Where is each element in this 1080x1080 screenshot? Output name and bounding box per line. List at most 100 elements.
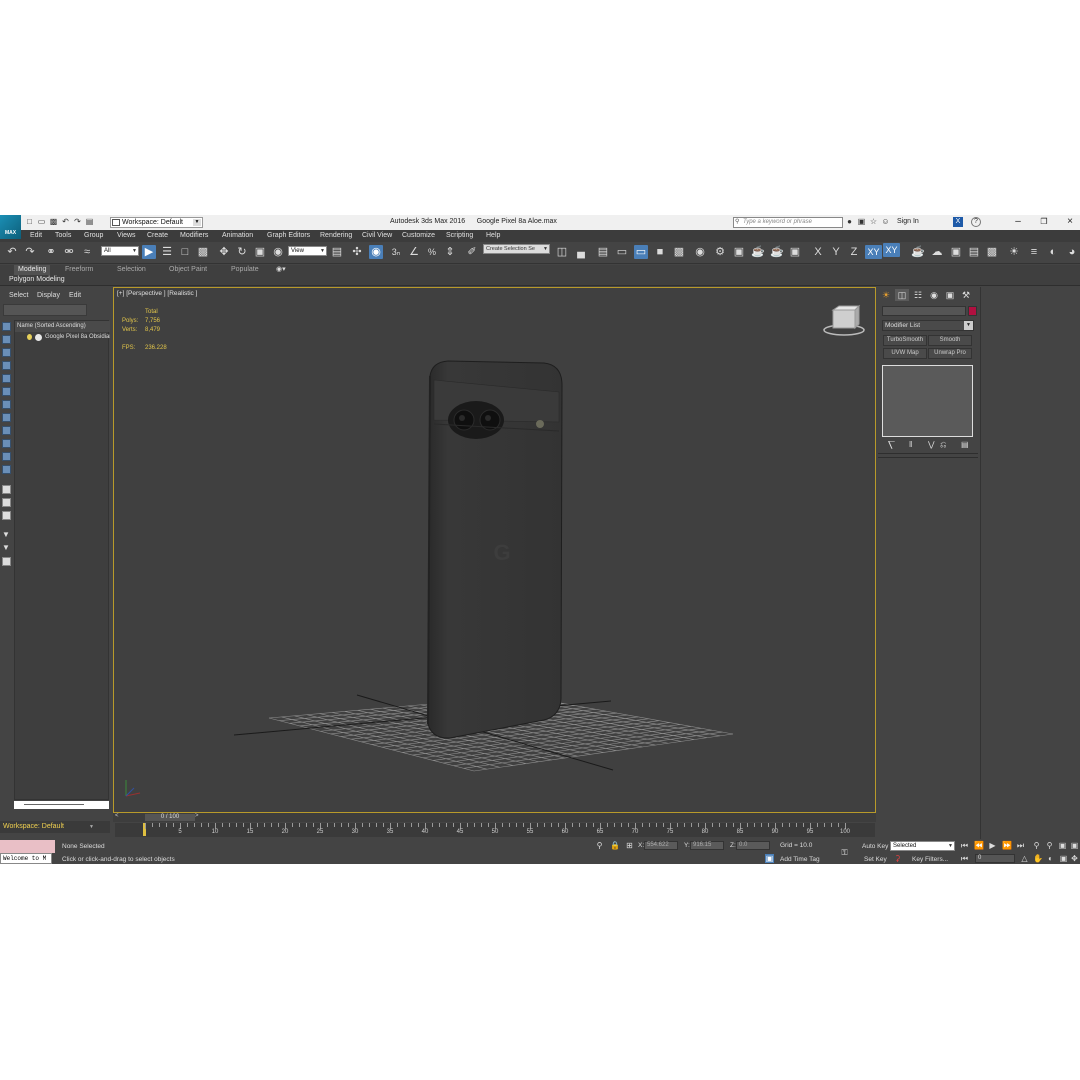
display-groups-icon[interactable] <box>2 413 11 422</box>
motion-tab-icon[interactable]: ◉ <box>927 289 941 301</box>
menu-civil-view[interactable]: Civil View <box>362 232 392 239</box>
tab-object-paint[interactable]: Object Paint <box>165 265 211 275</box>
pin-stack-icon[interactable]: ⎲ <box>888 440 895 450</box>
sign-in-button[interactable]: Sign In <box>897 218 919 225</box>
pan-view-icon[interactable]: ✋ <box>1033 854 1043 863</box>
modifier-list-dropdown[interactable]: Modifier List ▼ <box>882 320 974 331</box>
explorer-scrollbar[interactable] <box>14 801 109 809</box>
save-icon[interactable]: ▩ <box>49 217 58 226</box>
uvw-map-button[interactable]: UVW Map <box>883 348 927 359</box>
named-selection-set-dropdown[interactable]: Create Selection Se ▼ <box>483 244 550 254</box>
filter-icon[interactable]: ▼ <box>2 531 11 540</box>
turbosmooth-button[interactable]: TurboSmooth <box>883 335 927 346</box>
display-xrefs-icon[interactable] <box>2 426 11 435</box>
list-item[interactable]: Google Pixel 8a Obsidian <box>15 332 110 343</box>
track-bar[interactable]: 5 10 15 20 25 30 35 40 45 50 55 60 65 70 75 80 85 90 95 100 <box>115 823 875 837</box>
slate-icon[interactable]: ▤ <box>967 245 981 259</box>
render-iterative-icon[interactable]: ☕ <box>770 245 784 259</box>
create-tab-icon[interactable]: ☀ <box>879 289 893 301</box>
bind-space-warp-icon[interactable]: ≈ <box>80 245 94 259</box>
render-online-icon[interactable]: ▣ <box>788 245 802 259</box>
rendered-frame-window-icon[interactable]: ▣ <box>732 245 746 259</box>
undo-icon[interactable]: ↶ <box>61 217 70 226</box>
tab-freeform[interactable]: Freeform <box>61 265 97 275</box>
display-containers-icon[interactable] <box>2 452 11 461</box>
set-key-icon[interactable]: ⚳ <box>893 854 902 863</box>
menu-edit[interactable]: Edit <box>30 232 42 239</box>
curve-editor-icon[interactable]: ■ <box>653 245 667 259</box>
redo-icon[interactable]: ↷ <box>73 217 82 226</box>
redo-icon[interactable]: ↷ <box>23 245 37 259</box>
reference-coordinate-dropdown[interactable]: View ▼ <box>288 246 327 256</box>
filter-options-icon[interactable]: ▼ <box>2 544 11 553</box>
display-bones-icon[interactable] <box>2 439 11 448</box>
selection-lock-icon[interactable]: 🔒 <box>610 841 620 850</box>
isolate-selection-icon[interactable]: ⚲ <box>595 841 604 850</box>
workspace-dropdown[interactable]: Workspace: Default ▼ <box>110 217 203 228</box>
configure-sets-icon[interactable]: ▤ <box>961 440 969 449</box>
menu-customize[interactable]: Customize <box>402 232 435 239</box>
maximize-viewport-icon[interactable]: ▣ <box>1059 854 1068 863</box>
display-none-icon[interactable] <box>2 322 11 331</box>
undo-icon[interactable]: ↶ <box>5 245 19 259</box>
binoculars-icon[interactable]: ● <box>845 217 854 226</box>
orbit-icon[interactable]: ◐ <box>1046 245 1060 259</box>
select-manipulate-icon[interactable]: ✣ <box>350 245 364 259</box>
menu-animation[interactable]: Animation <box>222 232 253 239</box>
key-mode-toggle-icon[interactable]: ⏮ <box>960 854 969 863</box>
add-time-tag-button[interactable]: Add Time Tag <box>780 856 820 863</box>
menu-group[interactable]: Group <box>84 232 103 239</box>
workspace-selector[interactable]: Workspace: Default ▼ <box>0 821 110 833</box>
object-name-field[interactable] <box>882 306 966 316</box>
minimize-icon[interactable]: – <box>1010 216 1026 227</box>
close-icon[interactable]: × <box>1062 216 1078 227</box>
select-object-icon[interactable]: ▶ <box>142 245 156 259</box>
smooth-button[interactable]: Smooth <box>928 335 972 346</box>
user-icon[interactable]: ☺ <box>881 217 890 226</box>
unwrap-pro-button[interactable]: Unwrap Pro <box>928 348 972 359</box>
percent-snap-icon[interactable]: % <box>425 245 439 259</box>
object-color-swatch[interactable] <box>968 306 977 316</box>
play-icon[interactable]: ▶ <box>988 841 997 850</box>
menu-create[interactable]: Create <box>147 232 168 239</box>
make-unique-icon[interactable]: ⋁ <box>928 440 935 449</box>
previous-frame-icon[interactable]: ⏪ <box>974 841 984 850</box>
display-frozen-icon[interactable] <box>2 465 11 474</box>
subscription-icon[interactable]: ▣ <box>857 217 866 226</box>
selection-filter-dropdown[interactable]: All ▼ <box>101 246 139 256</box>
key-selection-dropdown[interactable]: Selected ▼ <box>890 841 955 851</box>
menu-views[interactable]: Views <box>117 232 136 239</box>
polygon-modeling-panel[interactable]: Polygon Modeling <box>9 276 65 283</box>
select-scale-icon[interactable]: ▣ <box>253 245 267 259</box>
time-slider-thumb[interactable]: 0 / 100 <box>145 814 195 821</box>
field-of-view-icon[interactable]: △ <box>1020 854 1029 863</box>
tab-populate[interactable]: Populate <box>227 265 263 275</box>
app-logo-button[interactable]: MAX <box>0 215 21 239</box>
maxscript-mini-listener-input[interactable]: Welcome to M <box>0 853 52 864</box>
select-by-name-icon[interactable]: ☰ <box>160 245 174 259</box>
walk-through-icon[interactable]: ✥ <box>1070 854 1079 863</box>
display-lights-icon[interactable] <box>2 361 11 370</box>
light-bulb-icon[interactable] <box>27 334 32 340</box>
modifier-stack[interactable] <box>882 365 973 437</box>
next-frame-icon[interactable]: ⏩ <box>1002 841 1012 850</box>
menu-graph-editors[interactable]: Graph Editors <box>267 232 310 239</box>
sliders-icon[interactable]: ≡ <box>1027 245 1041 259</box>
spinner-snap-icon[interactable]: ⇕ <box>443 245 457 259</box>
scene-explorer-icon[interactable]: ▭ <box>634 245 648 259</box>
edit-named-selection-icon[interactable]: ✐ <box>465 245 479 259</box>
menu-modifiers[interactable]: Modifiers <box>180 232 208 239</box>
light-bulb-icon[interactable]: ☀ <box>1007 245 1021 259</box>
align-icon[interactable]: ▄ <box>574 245 588 259</box>
time-slider-prev[interactable]: < <box>115 813 119 819</box>
viewport-label-menu[interactable]: [+] [Perspective ] [Realistic ] <box>117 290 197 297</box>
mirror-icon[interactable]: ◫ <box>555 245 569 259</box>
display-shapes-icon[interactable] <box>2 348 11 357</box>
teapot-render-icon[interactable]: ☕ <box>911 245 925 259</box>
axis-y-button[interactable]: Y <box>829 245 843 259</box>
display-geometry-icon[interactable] <box>2 335 11 344</box>
tab-selection[interactable]: Selection <box>113 265 150 275</box>
y-coord-field[interactable]: 916.15 <box>690 841 724 850</box>
menu-help[interactable]: Help <box>486 232 500 239</box>
auto-key-button[interactable]: Auto Key <box>862 843 888 850</box>
